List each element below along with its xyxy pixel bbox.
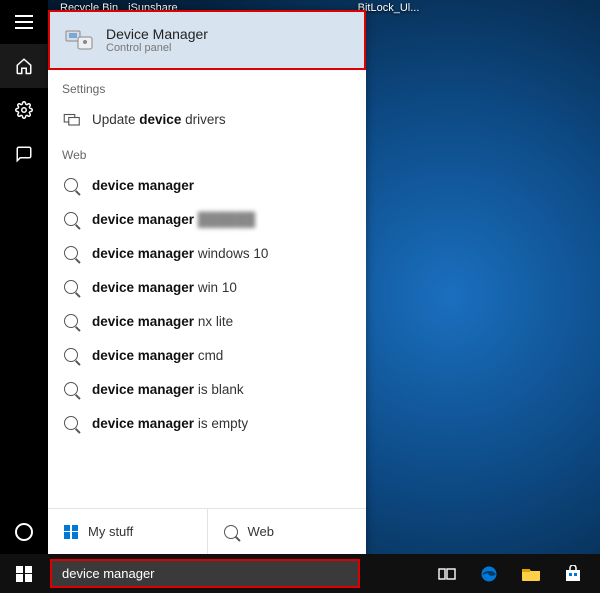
filter-tabs: My stuff Web (48, 508, 366, 554)
web-result-4[interactable]: device manager nx lite (48, 304, 366, 338)
hamburger-icon (15, 21, 33, 23)
search-icon (62, 278, 80, 296)
home-icon (15, 57, 33, 75)
web-result-label: device manager is blank (92, 382, 244, 397)
search-icon (62, 346, 80, 364)
device-manager-icon (64, 27, 94, 53)
web-result-5[interactable]: device manager cmd (48, 338, 366, 372)
web-result-label: device manager nx lite (92, 314, 233, 329)
web-result-label: device manager win 10 (92, 280, 237, 295)
store-icon (564, 565, 582, 583)
filter-tab-web-label: Web (248, 524, 275, 539)
cortana-button[interactable] (0, 510, 48, 554)
taskbar-pinned-apps (428, 554, 600, 593)
start-button[interactable] (0, 554, 48, 593)
feedback-icon (15, 145, 33, 163)
search-icon (62, 312, 80, 330)
search-icon (62, 244, 80, 262)
edge-icon (479, 564, 499, 584)
best-match-text: Device Manager Control panel (106, 26, 208, 54)
start-icon (16, 566, 32, 582)
search-icon (62, 176, 80, 194)
web-result-0[interactable]: device manager (48, 168, 366, 202)
web-result-label: device manager windows 10 (92, 246, 268, 261)
web-result-6[interactable]: device manager is blank (48, 372, 366, 406)
search-icon (224, 525, 238, 539)
filter-tab-my-stuff-label: My stuff (88, 524, 133, 539)
expand-menu-button[interactable] (0, 0, 48, 44)
store-button[interactable] (554, 554, 592, 593)
file-explorer-button[interactable] (512, 554, 550, 593)
web-result-3[interactable]: device manager win 10 (48, 270, 366, 304)
search-results-panel: Device Manager Control panel Settings Up… (48, 10, 366, 554)
settings-result-label: Update device drivers (92, 112, 226, 127)
section-header-web: Web (48, 136, 366, 168)
home-button[interactable] (0, 44, 48, 88)
windows-logo-icon (64, 525, 78, 539)
feedback-button[interactable] (0, 132, 48, 176)
task-view-button[interactable] (428, 554, 466, 593)
best-match-title: Device Manager (106, 26, 208, 42)
taskbar-search-input[interactable]: device manager (50, 559, 360, 588)
cortana-icon (15, 523, 33, 541)
section-header-settings: Settings (48, 70, 366, 102)
desktop-icon-bitlock[interactable]: BitLock_Ul... (358, 2, 420, 14)
filter-tab-my-stuff[interactable]: My stuff (48, 509, 208, 554)
edge-browser-button[interactable] (470, 554, 508, 593)
web-result-label: device manager (92, 178, 194, 193)
gear-icon (15, 101, 33, 119)
web-result-2[interactable]: device manager windows 10 (48, 236, 366, 270)
search-icon (62, 380, 80, 398)
search-icon (62, 210, 80, 228)
web-result-1[interactable]: device manager ██████ (48, 202, 366, 236)
settings-button[interactable] (0, 88, 48, 132)
task-view-icon (438, 567, 456, 581)
web-result-label: device manager is empty (92, 416, 248, 431)
folder-icon (521, 566, 541, 582)
search-query-text: device manager (62, 566, 155, 581)
taskbar: device manager (0, 554, 600, 593)
web-result-label: device manager cmd (92, 348, 223, 363)
best-match-result[interactable]: Device Manager Control panel (48, 10, 366, 70)
filter-tab-web[interactable]: Web (208, 509, 367, 554)
web-result-7[interactable]: device manager is empty (48, 406, 366, 440)
start-left-rail (0, 0, 48, 554)
settings-result-icon (62, 110, 80, 128)
best-match-subtitle: Control panel (106, 42, 208, 54)
web-result-label: device manager ██████ (92, 212, 255, 227)
search-icon (62, 414, 80, 432)
settings-result-update-drivers[interactable]: Update device drivers (48, 102, 366, 136)
